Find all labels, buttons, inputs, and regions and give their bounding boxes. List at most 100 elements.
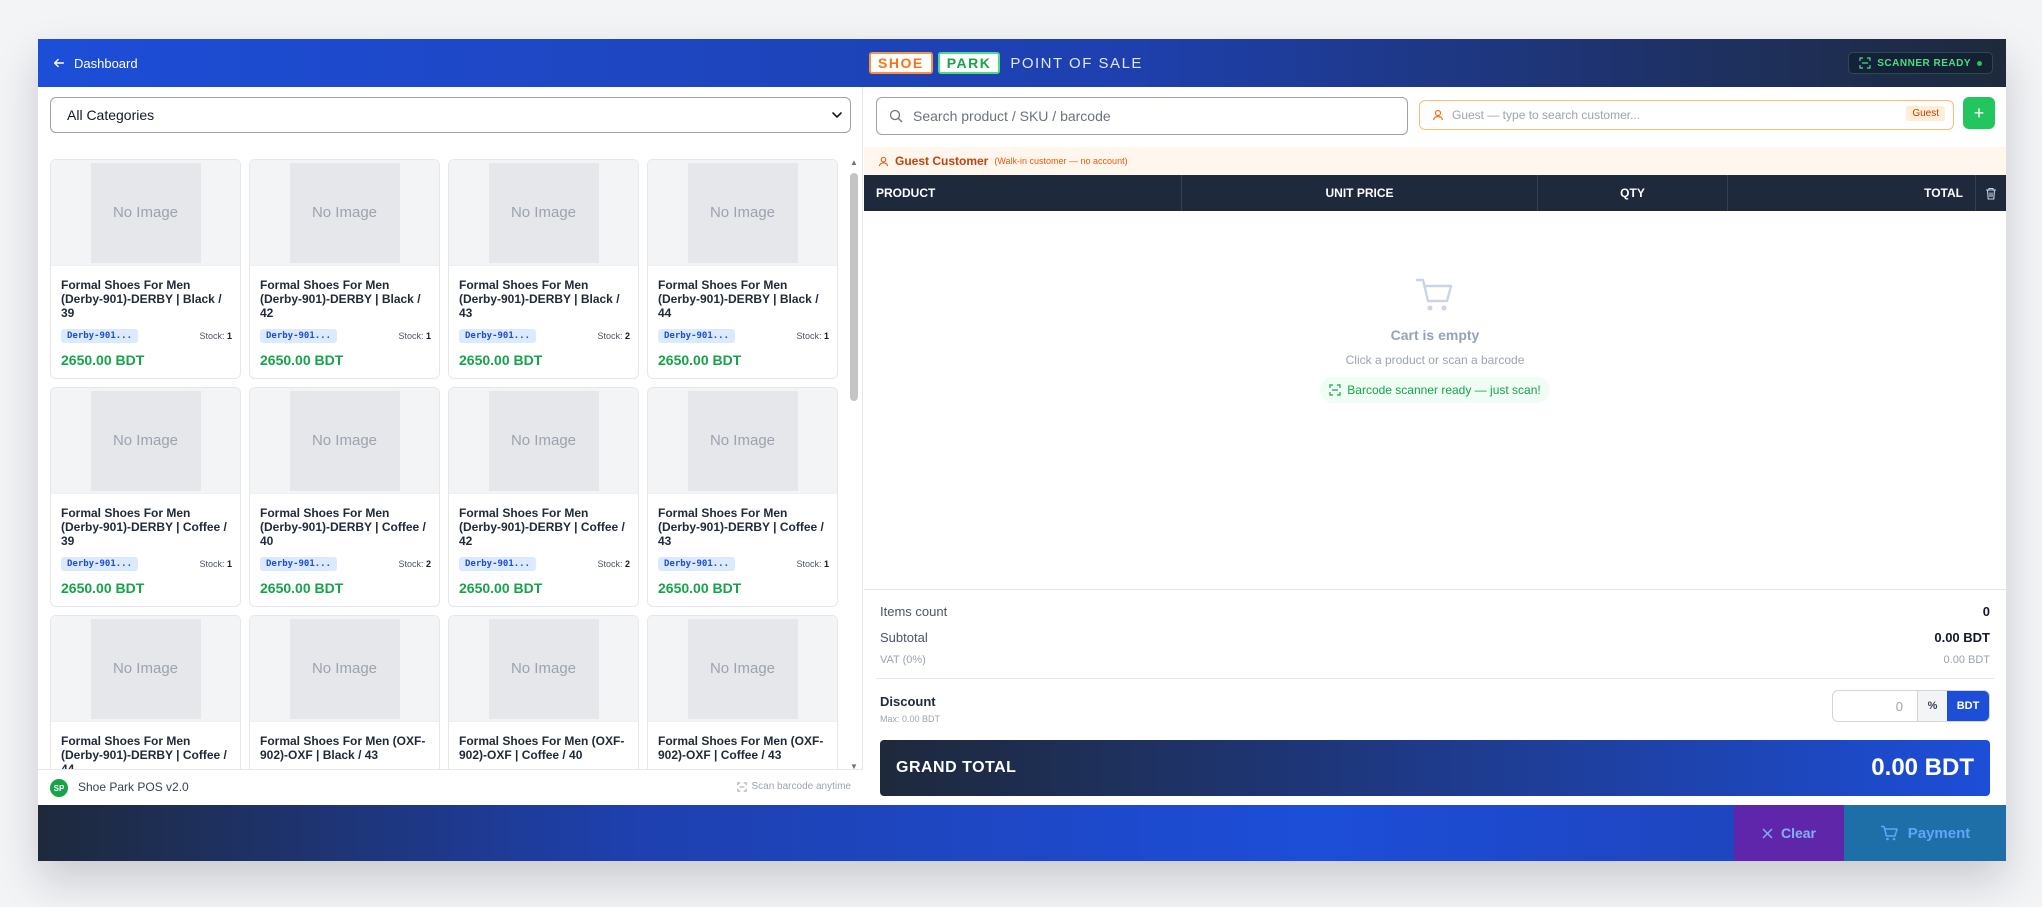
guest-badge: Guest — [1906, 106, 1945, 121]
product-name: Formal Shoes For Men (Derby-901)-DERBY |… — [459, 278, 620, 320]
product-scrollbar[interactable]: ▲ ▼ — [849, 159, 859, 773]
product-card[interactable]: No Image Formal Shoes For Men (OXF-902)-O… — [249, 615, 440, 769]
product-grid: No Image Formal Shoes For Men (Derby-901)… — [50, 159, 840, 769]
product-image-frame: No Image — [250, 388, 439, 494]
product-meta: Derby-901... Stock: 1 — [658, 328, 829, 344]
product-image-placeholder: No Image — [687, 162, 798, 263]
arrow-left-icon — [53, 58, 65, 68]
product-image-placeholder: No Image — [90, 618, 201, 719]
product-card[interactable]: No Image Formal Shoes For Men (OXF-902)-O… — [448, 615, 639, 769]
stock-label: Stock: — [597, 331, 623, 341]
product-image-placeholder: No Image — [90, 390, 201, 491]
discount-input[interactable]: 0 — [1833, 691, 1917, 721]
product-stock: Stock: 1 — [796, 331, 829, 341]
items-count-value: 0 — [1982, 604, 1990, 619]
product-price: 2650.00 BDT — [61, 580, 145, 596]
product-price: 2650.00 BDT — [459, 580, 543, 596]
product-image-placeholder: No Image — [488, 390, 599, 491]
product-price: 2650.00 BDT — [658, 580, 742, 596]
product-card[interactable]: No Image Formal Shoes For Men (Derby-901)… — [647, 387, 838, 607]
product-name: Formal Shoes For Men (OXF-902)-OXF | Bla… — [260, 734, 426, 762]
subtotal-row: Subtotal 0.00 BDT — [880, 630, 1990, 645]
discount-bdt-toggle[interactable]: BDT — [1947, 691, 1989, 721]
search-placeholder: Search product / SKU / barcode — [913, 108, 1111, 124]
col-product: PRODUCT — [864, 175, 1182, 211]
product-card[interactable]: No Image Formal Shoes For Men (Derby-901)… — [50, 159, 241, 379]
product-meta: Derby-901... Stock: 2 — [260, 556, 431, 572]
category-select[interactable]: All Categories — [50, 97, 851, 133]
product-search-input[interactable]: Search product / SKU / barcode — [876, 97, 1408, 135]
brand-subtitle: POINT OF SALE — [1010, 54, 1143, 72]
product-image-placeholder: No Image — [289, 618, 400, 719]
cart-empty-subtitle: Click a product or scan a barcode — [1345, 353, 1525, 367]
clear-cart-trash-icon[interactable] — [1976, 175, 2006, 211]
scan-icon — [1329, 384, 1341, 396]
product-card[interactable]: No Image Formal Shoes For Men (Derby-901)… — [448, 159, 639, 379]
product-card[interactable]: No Image Formal Shoes For Men (OXF-902)-O… — [647, 615, 838, 769]
discount-control: 0 % BDT — [1832, 690, 1990, 722]
discount-percent-toggle[interactable]: % — [1917, 691, 1947, 721]
clear-button[interactable]: Clear — [1734, 805, 1844, 861]
product-stock: Stock: 2 — [597, 559, 630, 569]
cart-empty-title: Cart is empty — [1390, 327, 1480, 343]
col-total: TOTAL — [1728, 175, 1976, 211]
status-dot — [1977, 60, 1982, 66]
app-badge: SP — [50, 779, 68, 797]
product-name: Formal Shoes For Men (OXF-902)-OXF | Cof… — [658, 734, 824, 762]
product-price: 2650.00 BDT — [658, 352, 742, 368]
top-header: Dashboard SHOE PARK POINT OF SALE SCANNE… — [38, 39, 2006, 87]
product-card[interactable]: No Image Formal Shoes For Men (Derby-901)… — [448, 387, 639, 607]
product-image-frame: No Image — [648, 160, 837, 266]
subtotal-label: Subtotal — [880, 630, 928, 645]
scanner-ready-text: Barcode scanner ready — just scan! — [1347, 383, 1541, 397]
dashboard-back-link[interactable]: Dashboard — [52, 53, 138, 73]
product-meta: Derby-901... Stock: 1 — [61, 328, 232, 344]
add-customer-button[interactable]: + — [1963, 97, 1995, 129]
product-image-frame: No Image — [449, 616, 638, 722]
user-icon — [878, 156, 889, 166]
product-image-frame: No Image — [648, 616, 837, 722]
product-image-placeholder: No Image — [488, 618, 599, 719]
product-meta: Derby-901... Stock: 1 — [61, 556, 232, 572]
cart-table-header: PRODUCT UNIT PRICE QTY TOTAL — [864, 175, 2006, 211]
scrollbar-thumb[interactable] — [850, 173, 858, 401]
grand-total-value: 0.00 BDT — [1871, 754, 1974, 781]
product-card[interactable]: No Image Formal Shoes For Men (Derby-901)… — [50, 615, 241, 769]
product-panel-footer: SP Shoe Park POS v2.0 Scan barcode anyti… — [38, 769, 863, 805]
product-image-placeholder: No Image — [488, 162, 599, 263]
payment-button[interactable]: Payment — [1844, 805, 2006, 861]
grand-total-label: GRAND TOTAL — [896, 759, 1017, 776]
payment-label: Payment — [1907, 824, 1971, 842]
customer-search-input[interactable]: Guest — type to search customer... Guest — [1419, 100, 1954, 130]
stock-value: 2 — [425, 559, 431, 569]
stock-label: Stock: — [597, 559, 623, 569]
product-image-frame: No Image — [51, 160, 240, 266]
product-sku-badge: Derby-901... — [459, 557, 537, 571]
pos-app: Dashboard SHOE PARK POINT OF SALE SCANNE… — [38, 39, 2006, 861]
scan-icon — [737, 781, 748, 792]
product-sku-badge: Derby-901... — [260, 557, 338, 571]
subtotal-value: 0.00 BDT — [1934, 630, 1990, 645]
scroll-up-icon[interactable]: ▲ — [850, 159, 858, 167]
product-card[interactable]: No Image Formal Shoes For Men (Derby-901)… — [50, 387, 241, 607]
product-image-frame: No Image — [250, 160, 439, 266]
product-stock: Stock: 2 — [398, 559, 431, 569]
product-name: Formal Shoes For Men (Derby-901)-DERBY |… — [61, 278, 222, 320]
customer-placeholder: Guest — type to search customer... — [1452, 108, 1641, 122]
product-stock: Stock: 1 — [199, 559, 232, 569]
stock-value: 2 — [624, 331, 630, 341]
product-meta: Derby-901... Stock: 1 — [260, 328, 431, 344]
scanner-ready-pill: Barcode scanner ready — just scan! — [1320, 377, 1550, 403]
items-count-label: Items count — [880, 604, 948, 619]
product-name: Formal Shoes For Men (Derby-901)-DERBY |… — [260, 278, 421, 320]
product-card[interactable]: No Image Formal Shoes For Men (Derby-901)… — [249, 159, 440, 379]
product-card[interactable]: No Image Formal Shoes For Men (Derby-901)… — [249, 387, 440, 607]
product-price: 2650.00 BDT — [260, 580, 344, 596]
chevron-down-icon — [832, 112, 842, 119]
search-icon — [889, 109, 903, 123]
product-card[interactable]: No Image Formal Shoes For Men (Derby-901)… — [647, 159, 838, 379]
product-image-placeholder: No Image — [90, 162, 201, 263]
stock-value: 2 — [624, 559, 630, 569]
scan-hint: Scan barcode anytime — [737, 781, 851, 792]
product-stock: Stock: 1 — [199, 331, 232, 341]
